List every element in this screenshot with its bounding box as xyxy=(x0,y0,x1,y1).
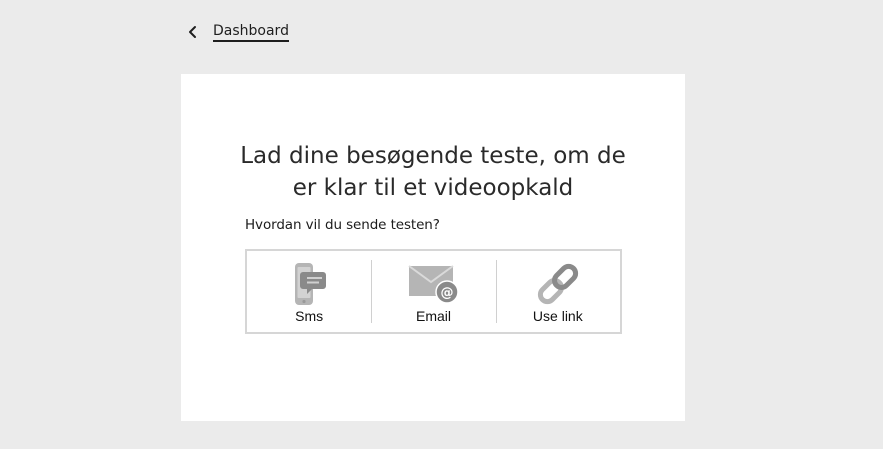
email-option-label: Email xyxy=(415,307,451,324)
sms-option[interactable]: Sms xyxy=(247,251,372,332)
email-at-icon: @ xyxy=(408,264,460,304)
back-to-dashboard-link[interactable]: Dashboard xyxy=(186,20,289,44)
sms-option-label: Sms xyxy=(295,307,324,324)
email-option[interactable]: @ Email xyxy=(371,251,496,332)
svg-text:@: @ xyxy=(441,285,454,300)
link-icon xyxy=(537,263,578,304)
phone-message-icon xyxy=(295,262,327,305)
send-method-options: Sms @ Email Use link xyxy=(245,249,622,334)
use-link-option[interactable]: Use link xyxy=(495,251,620,332)
back-link-label: Dashboard xyxy=(213,23,289,42)
title-line-1: Lad dine besøgende teste, om de xyxy=(240,143,626,169)
send-method-question: Hvordan vil du sende testen? xyxy=(245,217,440,233)
video-test-card: Lad dine besøgende teste, om de er klar … xyxy=(181,74,685,421)
chevron-left-icon xyxy=(189,26,196,38)
use-link-option-label: Use link xyxy=(532,307,583,324)
title-line-2: er klar til et videoopkald xyxy=(292,175,574,201)
page-title: Lad dine besøgende teste, om de er klar … xyxy=(181,140,685,204)
